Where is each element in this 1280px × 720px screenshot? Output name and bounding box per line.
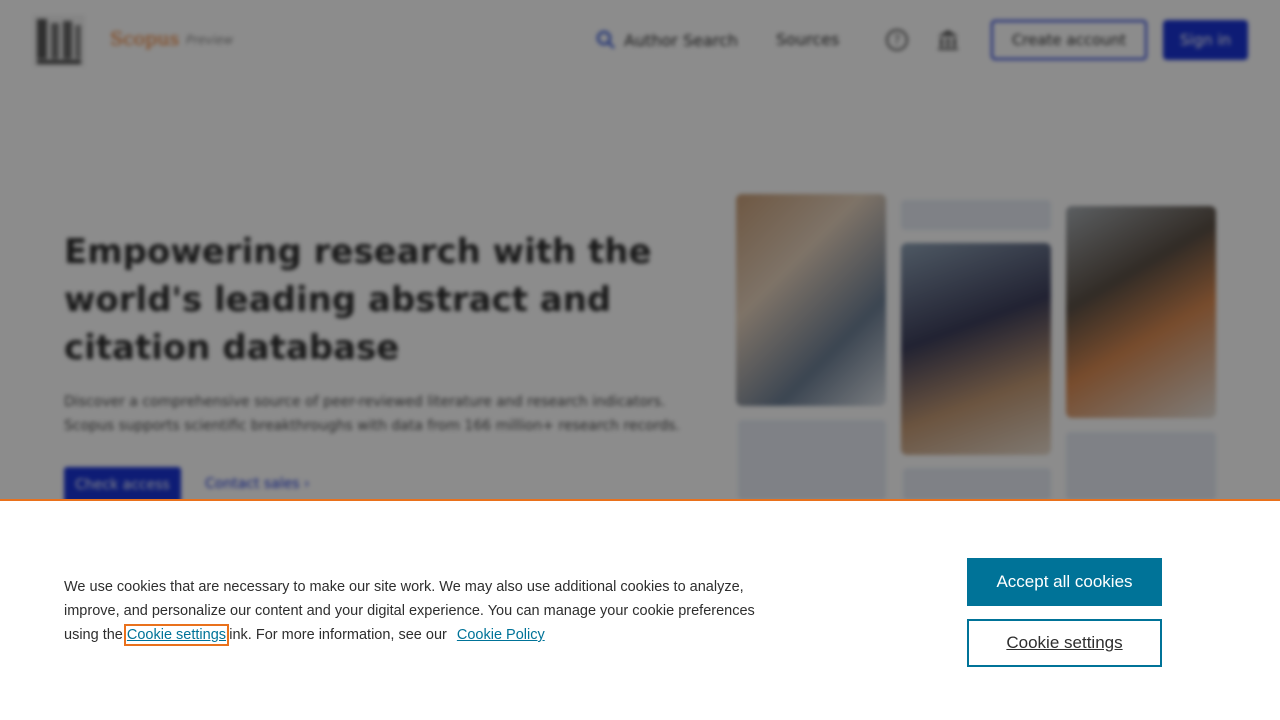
cookie-message: We use cookies that are necessary to mak…: [64, 575, 784, 647]
cookie-policy-link[interactable]: Cookie Policy: [457, 627, 545, 643]
cookie-banner: We use cookies that are necessary to mak…: [0, 499, 1280, 720]
accept-all-cookies-button[interactable]: Accept all cookies: [967, 558, 1162, 606]
cookie-settings-link[interactable]: Cookie settings: [123, 624, 230, 646]
cookie-message-text-2: link. For more information, see our: [226, 627, 447, 643]
cookie-settings-button[interactable]: Cookie settings: [967, 619, 1162, 667]
